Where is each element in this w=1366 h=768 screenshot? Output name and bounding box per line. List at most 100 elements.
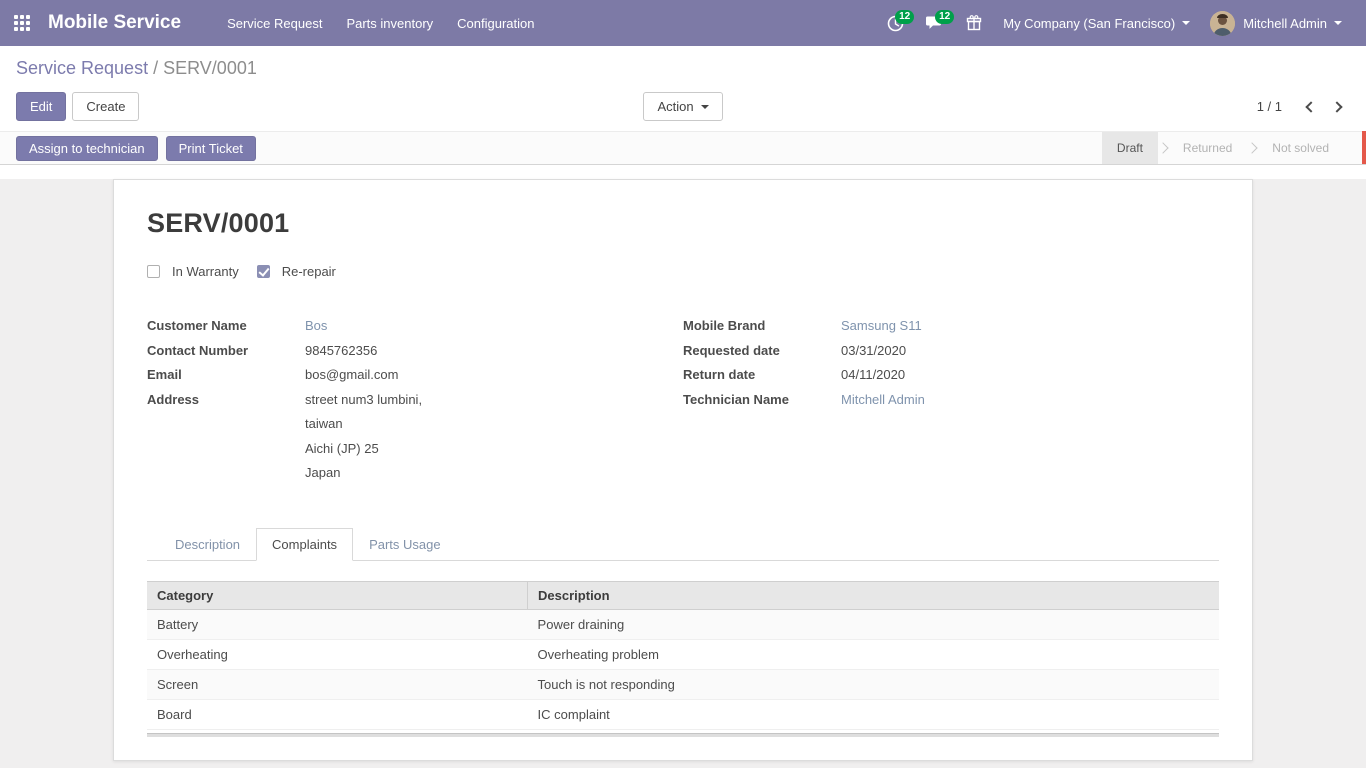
complaints-table-container: Category Description Battery Power drain…	[147, 581, 1219, 737]
menu-configuration[interactable]: Configuration	[445, 2, 546, 45]
chevron-down-icon	[701, 105, 709, 109]
control-panel: Service Request / SERV/0001 Edit Create …	[0, 46, 1366, 131]
pager-counter: 1 / 1	[1257, 99, 1282, 114]
in-warranty-field[interactable]: In Warranty	[147, 264, 239, 279]
chevron-down-icon	[1182, 21, 1190, 25]
mobile-brand-label: Mobile Brand	[683, 319, 841, 333]
contact-number-label: Contact Number	[147, 344, 305, 358]
customer-name-label: Customer Name	[147, 319, 305, 333]
cell-category[interactable]: Screen	[147, 669, 528, 699]
address-line-4: Japan	[305, 466, 422, 480]
field-group-left: Customer Name Bos Contact Number 9845762…	[147, 319, 683, 491]
status-step-draft[interactable]: Draft	[1102, 132, 1158, 164]
action-dropdown-button[interactable]: Action	[643, 92, 722, 121]
statusbar-buttons: Assign to technician Print Ticket	[16, 136, 1102, 161]
address-line-1: street num3 lumbini,	[305, 393, 422, 407]
table-footer-bar	[147, 733, 1219, 737]
activities-button[interactable]: 12	[876, 7, 915, 40]
scrollbar-thumb[interactable]	[1362, 131, 1366, 164]
pager-next-button[interactable]	[1324, 95, 1350, 118]
address-label: Address	[147, 393, 305, 480]
re-repair-label: Re-repair	[282, 264, 336, 279]
cell-description[interactable]: Power draining	[528, 609, 1219, 639]
breadcrumb: Service Request / SERV/0001	[16, 57, 1350, 79]
customer-name-value[interactable]: Bos	[305, 319, 327, 333]
table-row-battery[interactable]: Battery Power draining	[147, 609, 1219, 639]
field-contact-number: Contact Number 9845762356	[147, 344, 683, 358]
field-technician-name: Technician Name Mitchell Admin	[683, 393, 1219, 407]
contact-number-value: 9845762356	[305, 344, 377, 358]
cell-description[interactable]: Touch is not responding	[528, 669, 1219, 699]
create-button[interactable]: Create	[72, 92, 139, 121]
in-warranty-checkbox[interactable]	[147, 265, 160, 278]
field-return-date: Return date 04/11/2020	[683, 368, 1219, 382]
statusbar: Assign to technician Print Ticket Draft …	[0, 131, 1366, 165]
re-repair-checkbox[interactable]	[257, 265, 270, 278]
requested-date-value: 03/31/2020	[841, 344, 906, 358]
form-sheet: SERV/0001 In Warranty Re-repair Customer…	[113, 179, 1253, 761]
tab-description[interactable]: Description	[159, 528, 256, 561]
mobile-brand-value[interactable]: Samsung S11	[841, 319, 922, 333]
table-row-overheating[interactable]: Overheating Overheating problem	[147, 639, 1219, 669]
boolean-fields-row: In Warranty Re-repair	[147, 264, 1219, 279]
message-badge: 12	[935, 10, 954, 24]
tab-complaints[interactable]: Complaints	[256, 528, 353, 561]
chevron-down-icon	[1334, 21, 1342, 25]
address-value: street num3 lumbini, taiwan Aichi (JP) 2…	[305, 393, 422, 480]
requested-date-label: Requested date	[683, 344, 841, 358]
activity-badge: 12	[895, 10, 914, 24]
technician-name-value[interactable]: Mitchell Admin	[841, 393, 925, 407]
messages-button[interactable]: 12	[915, 7, 955, 39]
apps-menu-button[interactable]	[0, 0, 44, 46]
print-ticket-button[interactable]: Print Ticket	[166, 136, 256, 161]
field-group-right: Mobile Brand Samsung S11 Requested date …	[683, 319, 1219, 491]
top-navbar: Mobile Service Service Request Parts inv…	[0, 0, 1366, 46]
email-value: bos@gmail.com	[305, 368, 398, 382]
form-view-background: SERV/0001 In Warranty Re-repair Customer…	[0, 179, 1366, 768]
user-menu[interactable]: Mitchell Admin	[1200, 3, 1352, 44]
pager-previous-button[interactable]	[1298, 95, 1324, 118]
edit-button[interactable]: Edit	[16, 92, 66, 121]
status-step-not-solved[interactable]: Not solved	[1257, 132, 1344, 164]
step-separator-icon	[1157, 142, 1168, 153]
chevron-left-icon	[1305, 101, 1316, 112]
cell-category[interactable]: Battery	[147, 609, 528, 639]
re-repair-field[interactable]: Re-repair	[257, 264, 336, 279]
company-switcher[interactable]: My Company (San Francisco)	[993, 8, 1200, 39]
breadcrumb-separator: /	[153, 58, 163, 78]
cell-description[interactable]: IC complaint	[528, 699, 1219, 729]
column-header-description[interactable]: Description	[528, 581, 1219, 609]
gift-button[interactable]	[955, 7, 993, 39]
control-panel-buttons-row: Edit Create Action 1 / 1	[16, 92, 1350, 121]
cell-description[interactable]: Overheating problem	[528, 639, 1219, 669]
field-requested-date: Requested date 03/31/2020	[683, 344, 1219, 358]
status-step-returned[interactable]: Returned	[1168, 132, 1247, 164]
systray: 12 12 My Company (San Franci	[876, 3, 1352, 44]
table-header-row: Category Description	[147, 581, 1219, 609]
cell-category[interactable]: Overheating	[147, 639, 528, 669]
email-label: Email	[147, 368, 305, 382]
app-brand-title[interactable]: Mobile Service	[48, 12, 181, 34]
cell-category[interactable]: Board	[147, 699, 528, 729]
record-title: SERV/0001	[147, 208, 1219, 239]
in-warranty-label: In Warranty	[172, 264, 239, 279]
action-label: Action	[657, 99, 693, 114]
tab-parts-usage[interactable]: Parts Usage	[353, 528, 457, 561]
breadcrumb-current: SERV/0001	[163, 58, 257, 78]
address-line-2: taiwan	[305, 417, 422, 431]
breadcrumb-parent-link[interactable]: Service Request	[16, 58, 148, 78]
table-row-board[interactable]: Board IC complaint	[147, 699, 1219, 729]
chevron-right-icon	[1331, 101, 1342, 112]
table-row-screen[interactable]: Screen Touch is not responding	[147, 669, 1219, 699]
apps-grid-icon	[14, 15, 30, 31]
assign-to-technician-button[interactable]: Assign to technician	[16, 136, 158, 161]
field-email: Email bos@gmail.com	[147, 368, 683, 382]
return-date-value: 04/11/2020	[841, 368, 905, 382]
company-name: My Company (San Francisco)	[1003, 16, 1175, 31]
gift-icon	[966, 15, 982, 31]
menu-parts-inventory[interactable]: Parts inventory	[334, 2, 445, 45]
menu-service-request[interactable]: Service Request	[215, 2, 334, 45]
column-header-category[interactable]: Category	[147, 581, 528, 609]
field-mobile-brand: Mobile Brand Samsung S11	[683, 319, 1219, 333]
status-pipeline: Draft Returned Not solved	[1102, 132, 1344, 164]
